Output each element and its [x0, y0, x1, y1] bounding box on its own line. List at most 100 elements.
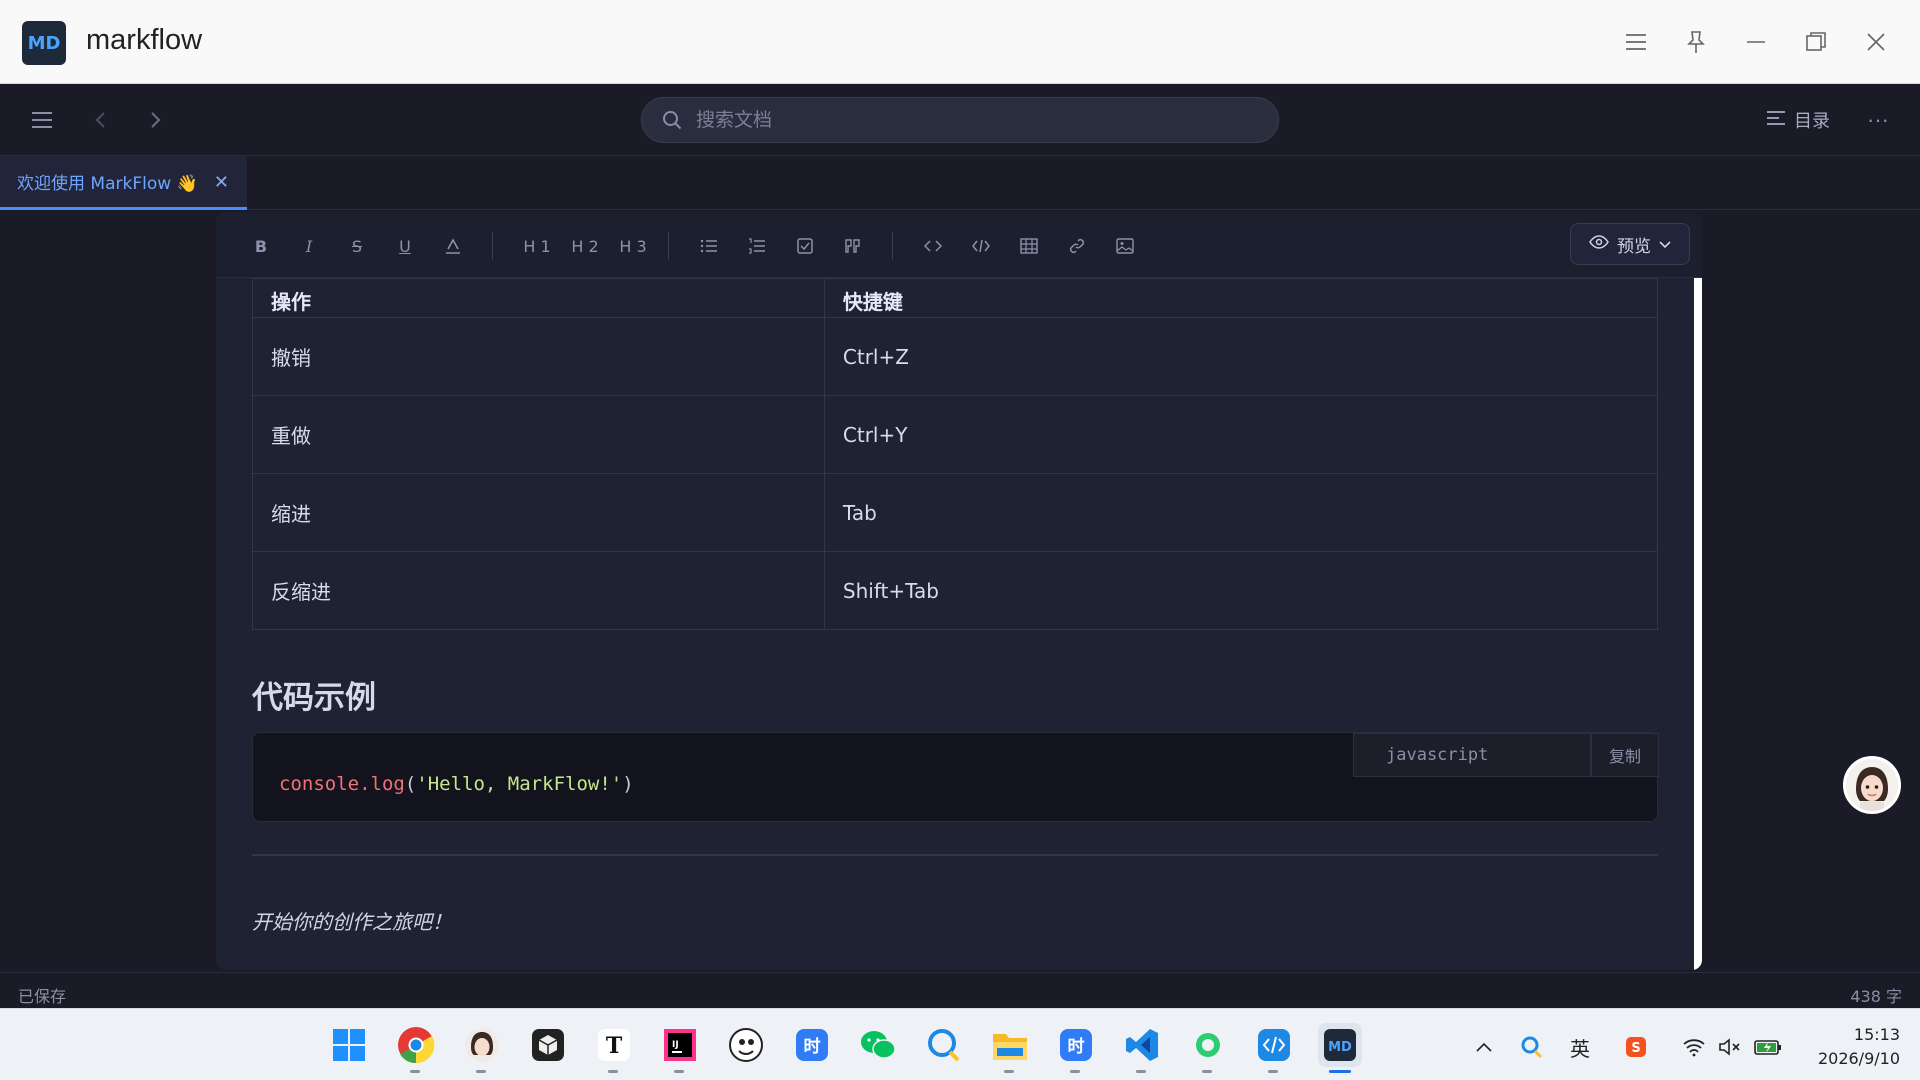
more-options-icon[interactable]: ···: [1862, 104, 1894, 136]
copy-button[interactable]: 复制: [1591, 733, 1659, 777]
jetbrains-icon[interactable]: IJ: [658, 1023, 702, 1073]
scrollbar[interactable]: [1694, 278, 1702, 970]
system-clock[interactable]: 15:13 2026/9/10: [1800, 1023, 1900, 1071]
heading1-button[interactable]: H 1: [516, 229, 558, 263]
wifi-icon[interactable]: [1678, 1031, 1710, 1063]
table-cell: Shift+Tab: [823, 551, 1659, 630]
typora-icon[interactable]: T: [592, 1023, 636, 1073]
tab-welcome[interactable]: 欢迎使用 MarkFlow 👋 ✕: [0, 156, 247, 210]
photo-app-icon[interactable]: [724, 1023, 768, 1067]
underline-icon[interactable]: U: [388, 229, 422, 263]
time-app-2-icon[interactable]: 时: [1054, 1023, 1098, 1073]
table-row: 缩进 Tab: [252, 473, 1659, 552]
menu-icon[interactable]: [1620, 26, 1652, 58]
inline-code-icon[interactable]: [916, 229, 950, 263]
assistant-avatar[interactable]: [1843, 756, 1901, 814]
save-status: 已保存: [18, 987, 67, 1006]
taskbar: T IJ 时 时 MD 英 S 15:13 2026/9/10: [0, 1008, 1920, 1080]
tab-close-icon[interactable]: ✕: [214, 172, 229, 193]
search-icon: [662, 110, 682, 130]
table-cell: 反缩进: [252, 551, 825, 630]
tab-label: 欢迎使用 MarkFlow 👋: [17, 174, 198, 194]
svg-text:S: S: [1631, 1041, 1640, 1056]
tab-bar: 欢迎使用 MarkFlow 👋 ✕: [0, 156, 1920, 210]
toc-label: 目录: [1794, 111, 1830, 132]
code-block[interactable]: console.log('Hello, MarkFlow!') javascri…: [252, 732, 1659, 822]
running-indicator: [1136, 1070, 1146, 1073]
toc-button[interactable]: 目录: [1766, 104, 1830, 136]
bullet-list-icon[interactable]: [692, 229, 726, 263]
italic-icon[interactable]: I: [292, 229, 326, 263]
closing-paragraph: 开始你的创作之旅吧！: [252, 910, 452, 934]
section-heading: 代码示例: [252, 680, 376, 716]
highlight-icon[interactable]: [436, 229, 470, 263]
table-header-row: 操作 快捷键: [252, 278, 1659, 318]
time-app-icon[interactable]: 时: [790, 1023, 834, 1067]
preview-dropdown[interactable]: 预览: [1570, 223, 1690, 265]
active-indicator: [1329, 1070, 1351, 1073]
image-icon[interactable]: [1108, 229, 1142, 263]
numbered-list-icon[interactable]: [740, 229, 774, 263]
close-icon[interactable]: [1860, 26, 1892, 58]
chat-app-icon[interactable]: [922, 1023, 966, 1067]
forward-icon[interactable]: [138, 102, 174, 138]
chevron-down-icon: [1659, 234, 1671, 254]
link-icon[interactable]: [1060, 229, 1094, 263]
eye-icon: [1589, 234, 1609, 254]
heading2-button[interactable]: H 2: [564, 229, 606, 263]
wechat-icon[interactable]: [856, 1023, 900, 1067]
table-header-cell: 操作: [252, 278, 825, 318]
table-cell: 撤销: [252, 317, 825, 396]
bold-icon[interactable]: B: [244, 229, 278, 263]
title-bar: MD markflow: [0, 0, 1920, 84]
clock-time: 15:13: [1853, 1025, 1900, 1044]
running-indicator: [1070, 1070, 1080, 1073]
heading3-button[interactable]: H 3: [612, 229, 654, 263]
horizontal-rule: [252, 854, 1658, 856]
editor-pane: B I S U H 1 H 2 H 3 预览 操作 快捷键 撤销 Ctrl+Z …: [216, 212, 1702, 970]
sidebar-toggle-icon[interactable]: [24, 102, 60, 138]
code-block-icon[interactable]: [964, 229, 998, 263]
chrome-icon[interactable]: [394, 1023, 438, 1073]
windows-start-icon[interactable]: [327, 1023, 371, 1067]
cube-app-icon[interactable]: [526, 1023, 570, 1067]
running-indicator: [410, 1070, 420, 1073]
table-cell: Ctrl+Y: [823, 395, 1659, 474]
markflow-taskbar-icon[interactable]: MD: [1318, 1023, 1362, 1073]
tray-chat-icon[interactable]: [1516, 1031, 1548, 1063]
minimize-icon[interactable]: [1740, 26, 1772, 58]
toc-icon: [1766, 110, 1786, 131]
quote-icon[interactable]: [836, 229, 870, 263]
file-explorer-icon[interactable]: [988, 1023, 1032, 1073]
table-cell: 重做: [252, 395, 825, 474]
word-count: 438 字: [1850, 987, 1902, 1006]
table-cell: 缩进: [252, 473, 825, 552]
running-indicator: [476, 1070, 486, 1073]
table-icon[interactable]: [1012, 229, 1046, 263]
toolbar-divider: [668, 232, 669, 260]
input-method-indicator[interactable]: 英: [1564, 1031, 1596, 1063]
shortcut-table: 操作 快捷键 撤销 Ctrl+Z 重做 Ctrl+Y 缩进 Tab 反缩进 Sh…: [252, 278, 1659, 630]
task-list-icon[interactable]: [788, 229, 822, 263]
pin-icon[interactable]: [1680, 26, 1712, 58]
sogou-icon[interactable]: S: [1620, 1031, 1652, 1063]
battery-charging-icon[interactable]: [1752, 1031, 1784, 1063]
running-indicator: [1004, 1070, 1014, 1073]
chevron-up-icon[interactable]: [1468, 1031, 1500, 1063]
code-app-icon[interactable]: [1252, 1023, 1296, 1073]
code-language-select[interactable]: javascript: [1353, 733, 1591, 777]
vscode-icon[interactable]: [1120, 1023, 1164, 1073]
back-icon[interactable]: [82, 102, 118, 138]
green-app-icon[interactable]: [1186, 1023, 1230, 1073]
toolbar-divider: [492, 232, 493, 260]
restore-icon[interactable]: [1800, 26, 1832, 58]
strikethrough-icon[interactable]: S: [340, 229, 374, 263]
svg-text:MD: MD: [1328, 1040, 1352, 1055]
app-logo: MD: [22, 21, 66, 65]
search-box[interactable]: [641, 97, 1279, 143]
search-input[interactable]: [696, 109, 1256, 131]
table-row: 撤销 Ctrl+Z: [252, 317, 1659, 396]
volume-muted-icon[interactable]: [1714, 1031, 1746, 1063]
avatar-app-icon[interactable]: [460, 1023, 504, 1073]
running-indicator: [1268, 1070, 1278, 1073]
